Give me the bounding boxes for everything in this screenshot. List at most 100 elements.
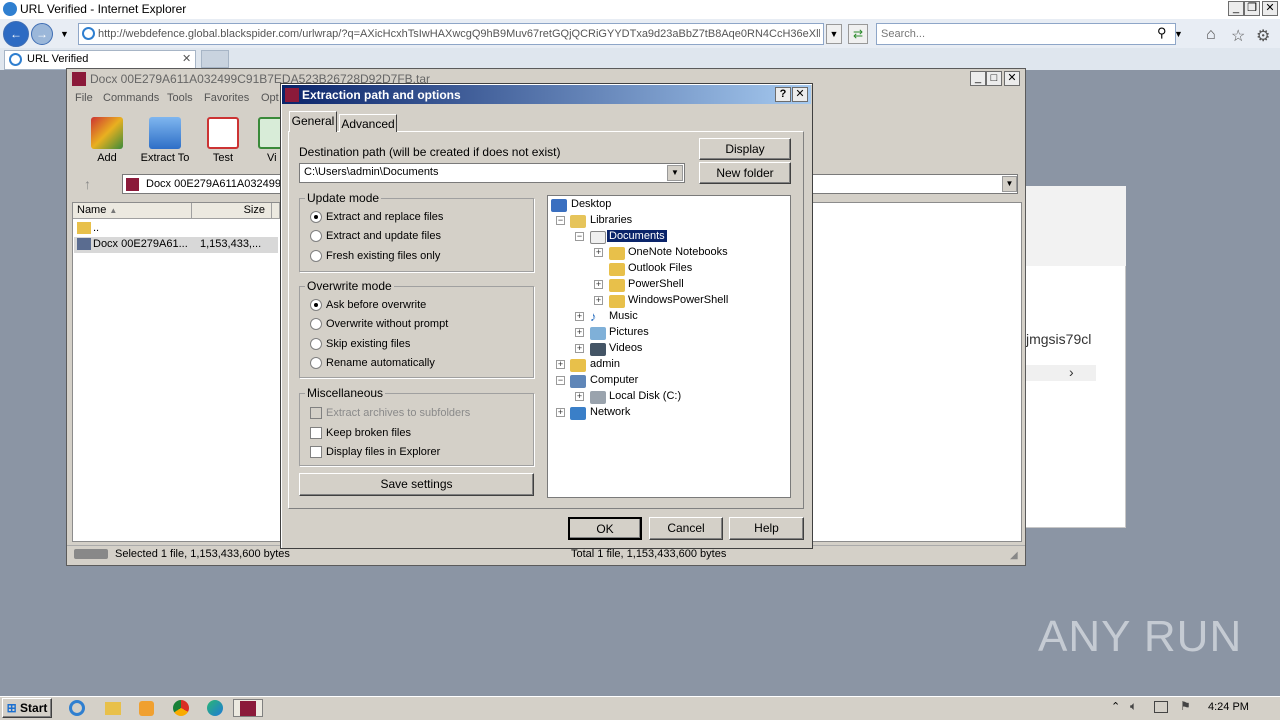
refresh-icon[interactable]: ⇄	[848, 24, 868, 44]
taskbar-ie-icon[interactable]	[64, 699, 90, 717]
taskbar-chrome-icon[interactable]	[168, 699, 194, 717]
tab-close-icon[interactable]: ✕	[182, 52, 191, 65]
tree-item-admin[interactable]: admin	[590, 358, 620, 370]
expand-icon[interactable]: +	[594, 280, 603, 289]
tree-item-network[interactable]: Network	[590, 406, 630, 418]
tree-item-onenote[interactable]: OneNote Notebooks	[628, 246, 728, 258]
radio-skip-existing[interactable]	[310, 338, 322, 350]
menu-commands[interactable]: Commands	[103, 92, 159, 104]
radio-rename-automatically[interactable]	[310, 357, 322, 369]
back-button[interactable]: ←	[3, 21, 29, 47]
extract-to-button[interactable]: Extract To	[134, 112, 196, 168]
collapse-icon[interactable]: −	[575, 232, 584, 241]
radio-overwrite-without-prompt[interactable]	[310, 318, 322, 330]
tab-advanced[interactable]: Advanced	[339, 114, 397, 132]
collapse-icon[interactable]: −	[556, 216, 565, 225]
table-row[interactable]: Docx 00E279A61... 1,153,433,...	[74, 237, 278, 253]
up-arrow-icon[interactable]: ↑	[84, 176, 91, 192]
expand-icon[interactable]: +	[556, 408, 565, 417]
tree-item-libraries[interactable]: Libraries	[590, 214, 632, 226]
tree-item-videos[interactable]: Videos	[609, 342, 642, 354]
menu-file[interactable]: File	[75, 92, 93, 104]
dialog-help-button[interactable]: ?	[775, 87, 791, 102]
tree-item-documents[interactable]: Documents	[607, 230, 667, 242]
history-dropdown-icon[interactable]: ▼	[60, 29, 69, 39]
favorites-star-icon[interactable]: ☆	[1231, 26, 1245, 46]
tree-item-pictures[interactable]: Pictures	[609, 326, 649, 338]
expand-icon[interactable]: +	[575, 344, 584, 353]
collapse-icon[interactable]: −	[556, 376, 565, 385]
tray-expand-icon[interactable]: ⌃	[1111, 700, 1120, 713]
add-button[interactable]: Add	[76, 112, 138, 168]
menu-tools[interactable]: Tools	[167, 92, 193, 104]
radio-ask-before-overwrite[interactable]	[310, 299, 322, 311]
volume-icon[interactable]: 🔈︎	[1130, 699, 1137, 714]
new-folder-button[interactable]: New folder	[699, 162, 791, 184]
tree-item-music[interactable]: Music	[609, 310, 638, 322]
expand-icon[interactable]: +	[594, 248, 603, 257]
expand-icon[interactable]: +	[575, 312, 584, 321]
tree-item-windowspowershell[interactable]: WindowsPowerShell	[628, 294, 728, 306]
view-button[interactable]: Vi	[250, 112, 280, 168]
winrar-close-button[interactable]: ✕	[1004, 71, 1020, 86]
forward-button[interactable]: →	[31, 23, 53, 45]
resize-grip-icon[interactable]: ◢	[1010, 550, 1018, 561]
search-dropdown-icon[interactable]: ▼	[1174, 24, 1188, 44]
expand-icon[interactable]: +	[575, 328, 584, 337]
expand-icon[interactable]: +	[594, 296, 603, 305]
search-icon[interactable]: ⚲	[1157, 25, 1167, 41]
radio-extract-update[interactable]	[310, 230, 322, 242]
dialog-close-button[interactable]: ✕	[792, 87, 808, 102]
table-row[interactable]: ..	[74, 221, 278, 237]
winrar-minimize-button[interactable]: _	[970, 71, 986, 86]
gear-icon[interactable]: ⚙	[1256, 26, 1270, 46]
address-dropdown-icon[interactable]: ▼	[826, 24, 842, 44]
taskbar-media-player-icon[interactable]	[134, 699, 160, 717]
minimize-button[interactable]: _	[1228, 1, 1244, 16]
column-size-header[interactable]: Size	[192, 203, 272, 219]
path-dropdown-icon[interactable]: ▼	[1002, 176, 1017, 192]
tree-item-outlook[interactable]: Outlook Files	[628, 262, 692, 274]
column-extra-header[interactable]	[272, 203, 280, 219]
tab-general[interactable]: General	[289, 111, 337, 132]
close-button[interactable]: ✕	[1262, 1, 1278, 16]
display-button[interactable]: Display	[699, 138, 791, 160]
radio-extract-replace[interactable]	[310, 211, 322, 223]
dialog-logo-icon	[285, 88, 299, 102]
background-card-button[interactable]	[1026, 365, 1096, 381]
save-settings-button[interactable]: Save settings	[299, 473, 534, 496]
start-button[interactable]: ⊞ Start	[2, 698, 52, 718]
tree-item-local-disk[interactable]: Local Disk (C:)	[609, 390, 681, 402]
menu-options[interactable]: Opt	[261, 92, 279, 104]
chevron-right-icon[interactable]: ›	[1069, 364, 1074, 380]
ok-button[interactable]: OK	[568, 517, 642, 540]
taskbar-clock[interactable]: 4:24 PM	[1208, 701, 1249, 713]
radio-fresh-existing[interactable]	[310, 250, 322, 262]
folder-icon	[609, 247, 625, 260]
new-tab-button[interactable]	[201, 50, 229, 68]
destination-dropdown-icon[interactable]: ▼	[667, 165, 683, 181]
home-icon[interactable]: ⌂	[1206, 26, 1216, 44]
test-button[interactable]: Test	[192, 112, 254, 168]
cancel-button[interactable]: Cancel	[649, 517, 723, 540]
column-name-header[interactable]: Name ▲	[73, 203, 192, 219]
tree-item-computer[interactable]: Computer	[590, 374, 638, 386]
tree-item-powershell[interactable]: PowerShell	[628, 278, 684, 290]
local-disk-icon	[590, 391, 606, 404]
expand-icon[interactable]: +	[575, 392, 584, 401]
network-tray-icon[interactable]	[1154, 701, 1168, 713]
menu-favorites[interactable]: Favorites	[204, 92, 249, 104]
checkbox-display-explorer[interactable]	[310, 446, 322, 458]
taskbar-explorer-icon[interactable]	[100, 699, 126, 717]
option-label: Display files in Explorer	[326, 446, 441, 458]
restore-button[interactable]: ❐	[1244, 1, 1260, 16]
option-label: Keep broken files	[326, 427, 411, 439]
action-center-flag-icon[interactable]: ⚑	[1180, 699, 1191, 713]
tree-item-desktop[interactable]: Desktop	[571, 198, 611, 210]
checkbox-keep-broken[interactable]	[310, 427, 322, 439]
winrar-maximize-button[interactable]: □	[986, 71, 1002, 86]
help-button[interactable]: Help	[729, 517, 804, 540]
taskbar-winrar-icon[interactable]	[233, 699, 263, 717]
taskbar-edge-icon[interactable]	[202, 699, 228, 717]
expand-icon[interactable]: +	[556, 360, 565, 369]
